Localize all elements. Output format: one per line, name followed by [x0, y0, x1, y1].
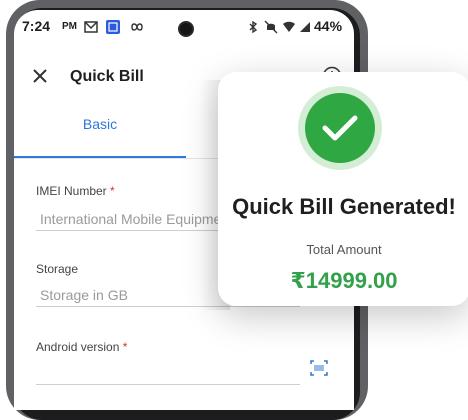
android-version-input[interactable] — [36, 362, 300, 385]
android-version-label-text: Android version — [36, 340, 120, 354]
success-card: Quick Bill Generated! Total Amount ₹1499… — [218, 72, 468, 306]
page-title: Quick Bill — [70, 68, 144, 85]
total-amount-value: ₹14999.00 — [290, 268, 398, 293]
barcode-scan-icon[interactable] — [310, 360, 328, 376]
android-version-label: Android version * — [36, 340, 127, 354]
imei-label: IMEI Number * — [36, 184, 115, 198]
imei-label-text: IMEI Number — [36, 184, 107, 198]
success-icon-circle — [305, 93, 375, 163]
front-camera — [178, 21, 194, 37]
storage-label: Storage — [36, 262, 79, 276]
imei-required-mark: * — [110, 184, 115, 198]
infinity-icon — [131, 23, 143, 31]
total-amount-label: Total Amount — [306, 242, 382, 257]
bluetooth-icon — [249, 20, 258, 34]
close-icon[interactable] — [32, 68, 48, 84]
gmail-icon — [84, 21, 98, 33]
status-carrier: PM — [62, 21, 77, 32]
signal-icon — [300, 22, 310, 32]
app-notification-icon — [106, 20, 120, 34]
checkmark-icon — [322, 115, 358, 141]
status-bar: 7:24 PM 44% — [14, 10, 354, 42]
mute-bell-icon — [264, 20, 278, 34]
status-time: 7:24 — [22, 18, 51, 34]
success-title: Quick Bill Generated! — [232, 194, 456, 219]
tab-basic[interactable]: Basic — [14, 110, 186, 158]
success-icon-halo — [298, 86, 382, 170]
android-required-mark: * — [122, 340, 128, 354]
wifi-icon — [283, 21, 295, 32]
battery-level: 44% — [314, 18, 343, 34]
